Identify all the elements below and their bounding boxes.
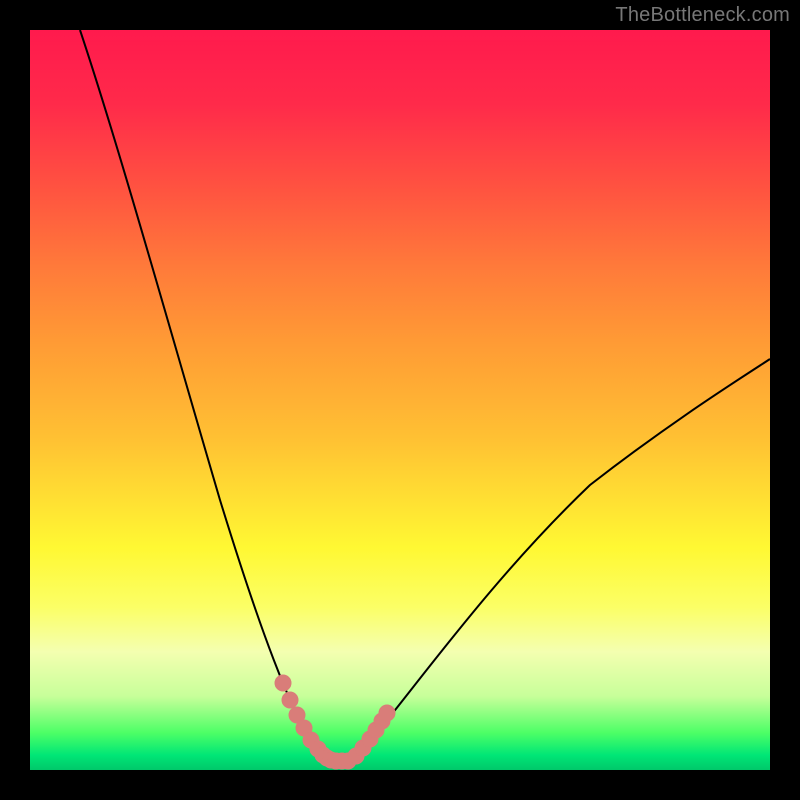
marker-dot: [282, 692, 298, 708]
marker-dot: [275, 675, 291, 691]
left-curve: [80, 30, 320, 759]
marker-dot: [379, 705, 395, 721]
plot-area: [30, 30, 770, 770]
chart-frame: TheBottleneck.com: [0, 0, 800, 800]
right-curve: [355, 359, 770, 758]
watermark-text: TheBottleneck.com: [615, 4, 790, 27]
marker-cluster-left: [275, 675, 356, 769]
chart-overlay: [30, 30, 770, 770]
marker-cluster-right: [348, 705, 395, 764]
